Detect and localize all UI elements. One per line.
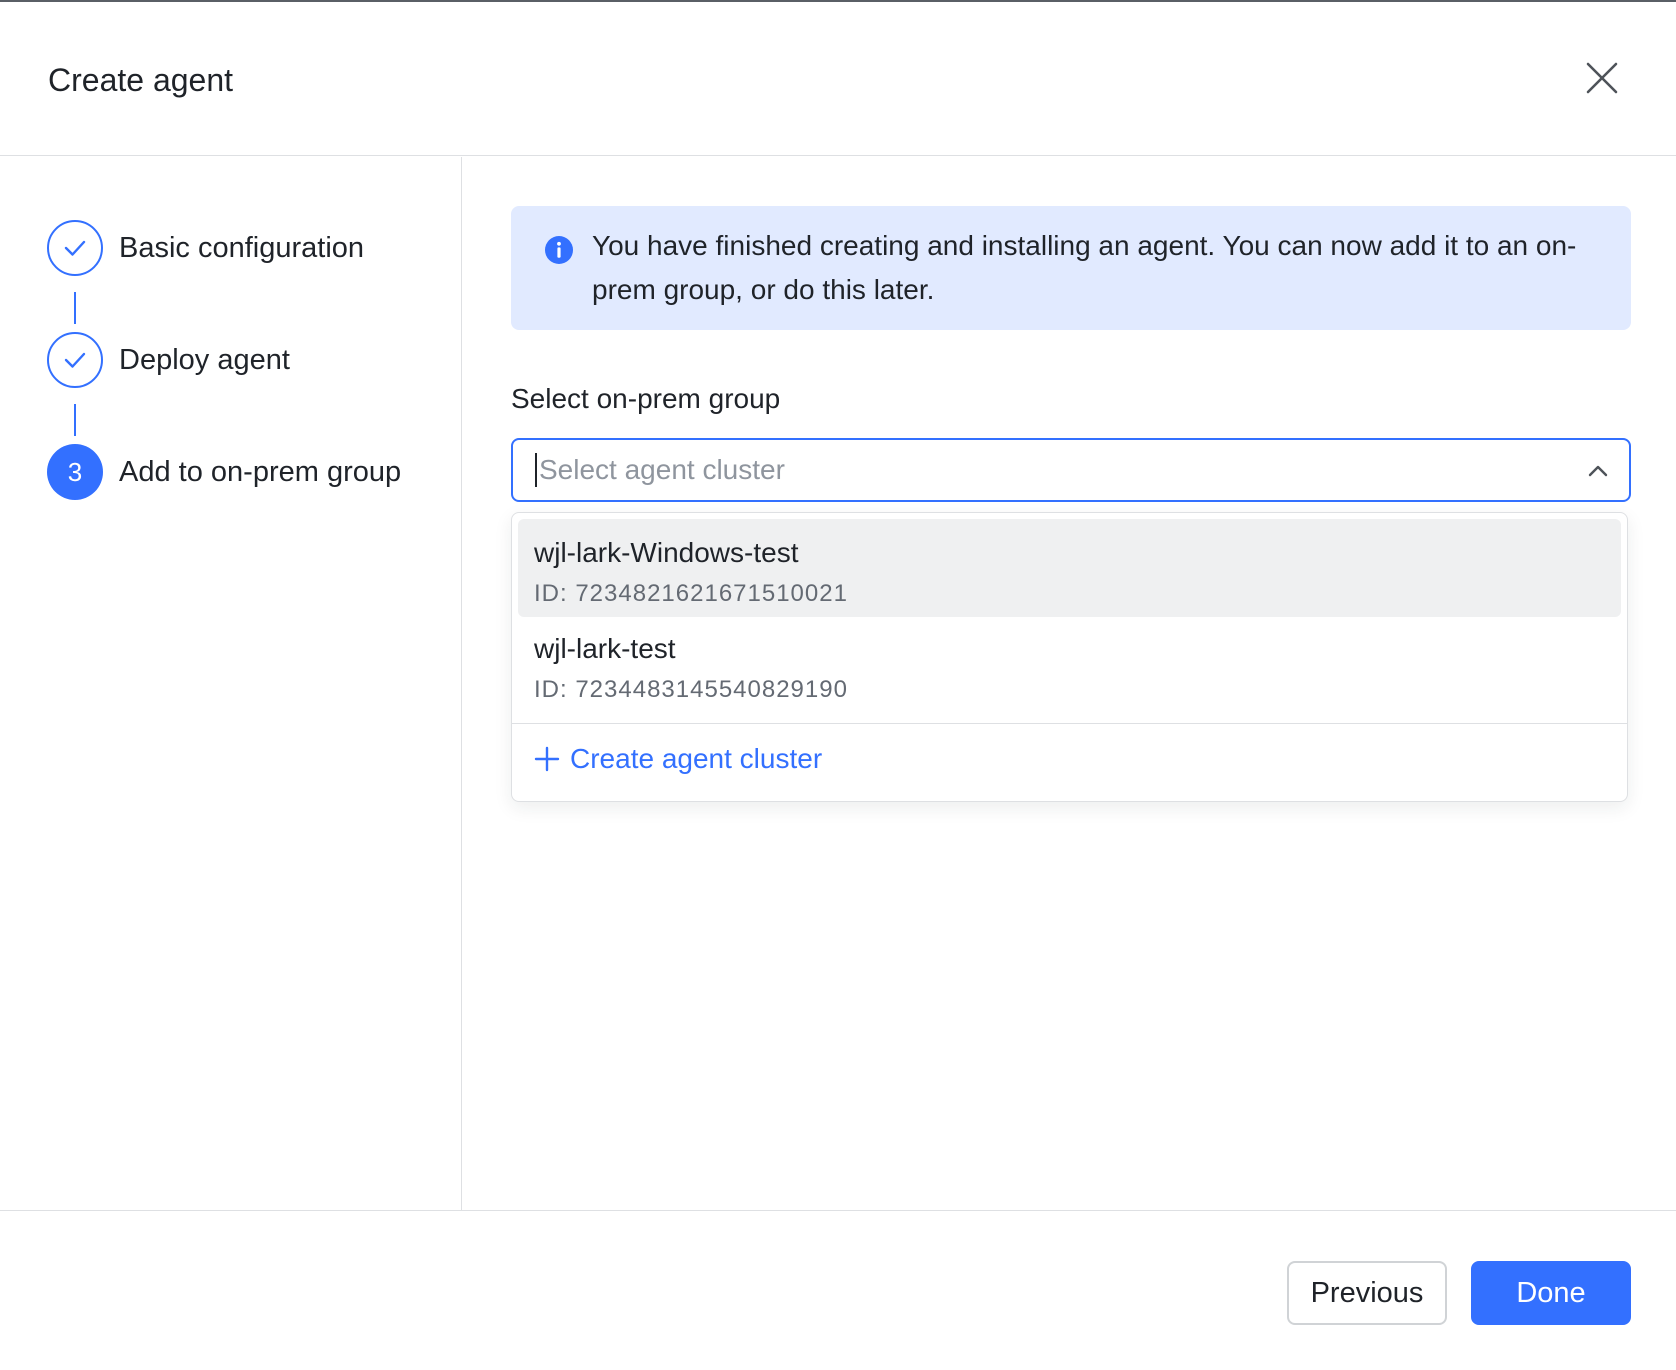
step-add-to-on-prem-group: 3 Add to on-prem group <box>47 444 401 500</box>
step-label: Add to on-prem group <box>119 455 402 488</box>
dropdown-option[interactable]: wjl-lark-test ID: 7234483145540829190 <box>518 615 1621 713</box>
create-agent-cluster-button[interactable]: Create agent cluster <box>534 735 822 783</box>
option-id: ID: 7234483145540829190 <box>534 676 848 703</box>
done-button[interactable]: Done <box>1471 1261 1631 1325</box>
close-icon <box>1586 62 1618 94</box>
check-icon <box>64 240 86 256</box>
chevron-up-icon[interactable] <box>1585 458 1611 484</box>
step-basic-configuration: Basic configuration <box>47 220 364 276</box>
step-completed-indicator <box>47 332 103 388</box>
info-banner: You have finished creating and installin… <box>511 206 1631 330</box>
step-connector <box>74 404 76 436</box>
agent-cluster-select[interactable] <box>511 438 1631 502</box>
close-button[interactable] <box>1578 54 1626 102</box>
option-name: wjl-lark-test <box>534 633 676 664</box>
modal-title: Create agent <box>48 62 234 98</box>
previous-button[interactable]: Previous <box>1287 1261 1447 1325</box>
option-name: wjl-lark-Windows-test <box>534 537 799 568</box>
step-content: You have finished creating and installin… <box>463 157 1676 1211</box>
modal-footer: Previous Done <box>0 1210 1676 1370</box>
plus-icon <box>534 746 560 772</box>
info-icon <box>545 236 573 264</box>
info-banner-text: You have finished creating and installin… <box>592 230 1577 305</box>
agent-cluster-search-input[interactable] <box>535 453 1539 487</box>
dropdown-option[interactable]: wjl-lark-Windows-test ID: 72348216216715… <box>518 519 1621 617</box>
create-agent-cluster-label: Create agent cluster <box>570 743 823 774</box>
step-connector <box>74 292 76 324</box>
option-id: ID: 7234821621671510021 <box>534 580 848 607</box>
on-prem-group-label: Select on-prem group <box>511 383 781 414</box>
step-label: Deploy agent <box>119 343 290 376</box>
check-icon <box>64 352 86 368</box>
modal-header: Create agent <box>0 2 1676 156</box>
step-deploy-agent: Deploy agent <box>47 332 290 388</box>
create-agent-modal: Create agent Basic configuration Deploy … <box>0 0 1676 1370</box>
step-label: Basic configuration <box>119 231 365 264</box>
step-number-indicator: 3 <box>47 444 103 500</box>
steps-sidebar: Basic configuration Deploy agent 3 Add t… <box>0 157 462 1211</box>
agent-cluster-dropdown: wjl-lark-Windows-test ID: 72348216216715… <box>511 512 1628 802</box>
step-completed-indicator <box>47 220 103 276</box>
dropdown-divider <box>512 723 1627 724</box>
